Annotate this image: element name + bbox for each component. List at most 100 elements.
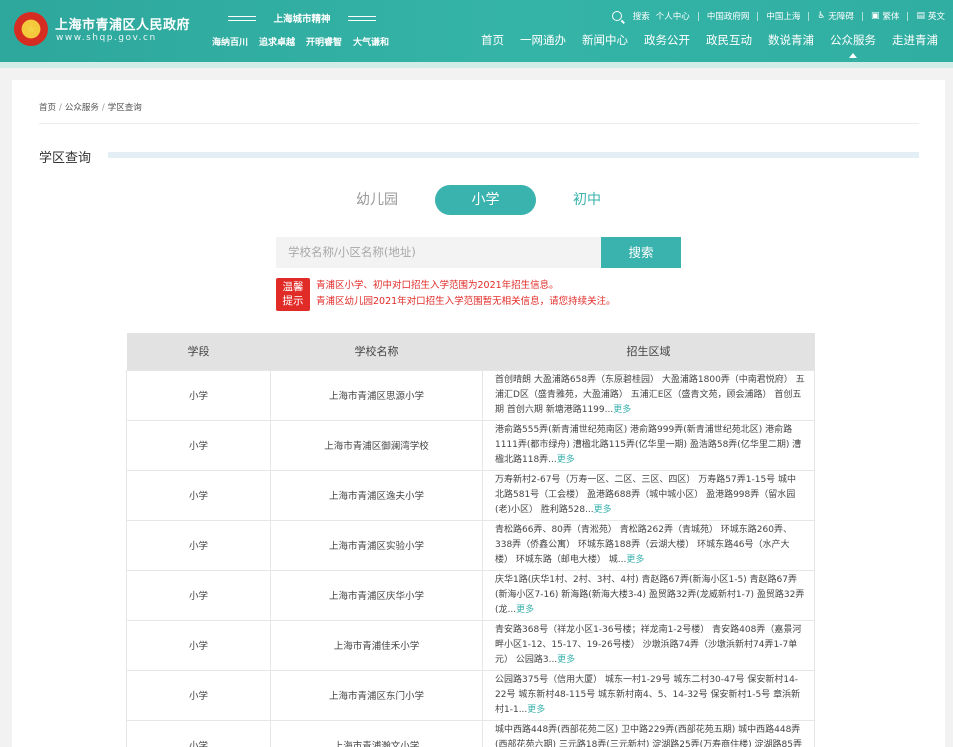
divider xyxy=(861,11,863,21)
column-header-area: 招生区域 xyxy=(482,333,815,370)
table-row: 小学 上海市青浦区逸夫小学 万寿新村2-67号（万寿一区、二区、三区、四区） 万… xyxy=(126,469,815,521)
divider xyxy=(39,123,919,124)
decor-lines-left xyxy=(228,15,256,21)
cell-area: 首创晴朗 大盈浦路658弄（东原碧桂园） 大盈浦路1800弄（中南君悦府） 五浦… xyxy=(482,369,815,421)
title-decor-bar xyxy=(108,152,919,158)
nav-public-service[interactable]: 公众服务 xyxy=(822,32,884,58)
slogan: 追求卓越 xyxy=(259,38,296,48)
cell-area: 港俞路555弄(新青浦世纪苑南区) 港俞路999弄(新青浦世纪苑北区) 港俞路1… xyxy=(482,419,815,471)
nav-home[interactable]: 首页 xyxy=(473,32,512,48)
cell-school: 上海市青浦区东门小学 xyxy=(270,669,483,721)
national-emblem-icon[interactable]: ★ xyxy=(14,12,48,46)
divider xyxy=(808,11,810,21)
slogan: 大气谦和 xyxy=(353,38,390,48)
util-search-link[interactable]: 搜索 xyxy=(633,10,650,22)
english-icon[interactable]: ▤ xyxy=(916,11,925,21)
stage-tabs: 幼儿园 小学 初中 xyxy=(12,185,945,215)
area-text: 港俞路555弄(新青浦世纪苑南区) 港俞路999弄(新青浦世纪苑北区) 港俞路1… xyxy=(495,424,802,465)
area-text: 首创晴朗 大盈浦路658弄（东原碧桂园） 大盈浦路1800弄（中南君悦府） 五浦… xyxy=(495,374,805,415)
breadcrumb-separator: / xyxy=(59,103,62,113)
nav-about-qingpu[interactable]: 走进青浦 xyxy=(884,32,946,48)
nav-data[interactable]: 数说青浦 xyxy=(760,32,822,48)
site-title[interactable]: 上海市青浦区人民政府 xyxy=(55,14,190,33)
table-row: 小学 上海市青浦佳禾小学 青安路368号（祥龙小区1-36号楼；祥龙南1-2号楼… xyxy=(126,619,815,671)
search-button[interactable]: 搜索 xyxy=(601,237,681,268)
cell-stage: 小学 xyxy=(126,669,271,721)
nav-interaction[interactable]: 政民互动 xyxy=(698,32,760,48)
city-spirit-slogans: 海纳百川 追求卓越 开明睿智 大气谦和 xyxy=(212,35,389,48)
cell-stage: 小学 xyxy=(126,469,271,521)
util-english-link[interactable]: 英文 xyxy=(928,10,945,22)
cell-stage: 小学 xyxy=(126,569,271,621)
traditional-chinese-icon[interactable]: ▣ xyxy=(871,11,880,21)
cell-stage: 小学 xyxy=(126,519,271,571)
more-link[interactable]: 更多 xyxy=(594,505,612,515)
table-row: 小学 上海市青浦瀚文小学 城中西路448弄(西部花苑二区) 卫中路229弄(西部… xyxy=(126,719,815,747)
table-row: 小学 上海市青浦区实验小学 青松路66弄、80弄（青淞苑） 青松路262弄（青城… xyxy=(126,519,815,571)
divider xyxy=(907,11,909,21)
table-header-row: 学段 学校名称 招生区域 xyxy=(126,333,815,370)
cell-stage: 小学 xyxy=(126,619,271,671)
cell-school: 上海市青浦区御澜湾学校 xyxy=(270,419,483,471)
divider xyxy=(697,11,699,21)
util-accessibility-link[interactable]: 无障碍 xyxy=(828,10,854,22)
breadcrumb: 首页 / 公众服务 / 学区查询 xyxy=(39,101,142,113)
breadcrumb-current: 学区查询 xyxy=(107,103,142,113)
cell-area: 青安路368号（祥龙小区1-36号楼；祥龙南1-2号楼） 青安路408弄（嘉景河… xyxy=(482,619,815,671)
search-icon[interactable] xyxy=(611,11,622,21)
cell-stage: 小学 xyxy=(126,369,271,421)
nav-news[interactable]: 新闻中心 xyxy=(574,32,636,48)
more-link[interactable]: 更多 xyxy=(557,455,575,465)
nav-one-net[interactable]: 一网通办 xyxy=(512,32,574,48)
area-text: 万寿新村2-67号（万寿一区、二区、三区、四区） 万寿路57弄1-15号 城中北… xyxy=(495,474,797,515)
cell-area: 万寿新村2-67号（万寿一区、二区、三区、四区） 万寿路57弄1-15号 城中北… xyxy=(482,469,815,521)
more-link[interactable]: 更多 xyxy=(557,655,575,665)
more-link[interactable]: 更多 xyxy=(516,605,534,615)
tip-badge-line: 提示 xyxy=(282,295,304,307)
site-header: ★ 上海市青浦区人民政府 www.shqp.gov.cn 上海城市精神 海纳百川… xyxy=(0,0,953,62)
tip-badge-line: 温馨 xyxy=(282,281,304,293)
breadcrumb-home[interactable]: 首页 xyxy=(39,103,56,113)
column-header-stage: 学段 xyxy=(126,333,271,370)
tab-kindergarten[interactable]: 幼儿园 xyxy=(342,185,412,215)
slogan: 海纳百川 xyxy=(212,38,249,48)
tip-badge: 温馨 提示 xyxy=(276,278,310,311)
cell-area: 庆华1路(庆华1村、2村、3村、4村) 青赵路67弄(新海小区1-5) 青赵路6… xyxy=(482,569,815,621)
utility-bar: 搜索 个人中心 中国政府网 中国上海 ♿ 无障碍 ▣ 繁体 ▤ 英文 xyxy=(611,10,945,22)
cell-school: 上海市青浦佳禾小学 xyxy=(270,619,483,671)
breadcrumb-separator: / xyxy=(101,103,105,113)
cell-stage: 小学 xyxy=(126,719,271,747)
search-input[interactable] xyxy=(276,237,601,268)
cell-school: 上海市青浦区庆华小学 xyxy=(270,569,483,621)
util-traditional-link[interactable]: 繁体 xyxy=(882,10,899,22)
util-personal-center-link[interactable]: 个人中心 xyxy=(656,10,690,22)
breadcrumb-public-service[interactable]: 公众服务 xyxy=(65,103,99,113)
more-link[interactable]: 更多 xyxy=(527,705,545,715)
more-link[interactable]: 更多 xyxy=(613,405,631,415)
table-row: 小学 上海市青浦区东门小学 公园路375号（信用大厦） 城东一村1-29号 城东… xyxy=(126,669,815,721)
area-text: 城中西路448弄(西部花苑二区) 卫中路229弄(西部花苑五期) 城中西路448… xyxy=(495,724,803,747)
decor-lines-right xyxy=(347,15,376,21)
page-title: 学区查询 xyxy=(39,151,92,166)
table-row: 小学 上海市青浦区庆华小学 庆华1路(庆华1村、2村、3村、4村) 青赵路67弄… xyxy=(126,569,815,621)
more-link[interactable]: 更多 xyxy=(626,555,644,565)
divider xyxy=(757,11,759,21)
cell-area: 城中西路448弄(西部花苑二区) 卫中路229弄(西部花苑五期) 城中西路448… xyxy=(482,719,815,747)
tab-primary-school[interactable]: 小学 xyxy=(435,185,536,215)
tab-middle-school[interactable]: 初中 xyxy=(552,185,622,215)
site-url: www.shqp.gov.cn xyxy=(56,33,157,43)
city-spirit-title: 上海城市精神 xyxy=(228,11,376,25)
main-nav: 首页 一网通办 新闻中心 政务公开 政民互动 数说青浦 公众服务 走进青浦 xyxy=(473,32,946,58)
util-china-gov-link[interactable]: 中国政府网 xyxy=(707,10,750,22)
tip-line: 青浦区小学、初中对口招生入学范围为2021年招生信息。 xyxy=(316,280,559,291)
slogan: 开明睿智 xyxy=(306,38,343,48)
accessibility-icon[interactable]: ♿ xyxy=(817,11,825,21)
cell-area: 青松路66弄、80弄（青淞苑） 青松路262弄（青城苑） 环城东路260弄、33… xyxy=(482,519,815,571)
nav-gov-affairs[interactable]: 政务公开 xyxy=(636,32,698,48)
city-spirit-label: 上海城市精神 xyxy=(273,14,331,25)
table-row: 小学 上海市青浦区御澜湾学校 港俞路555弄(新青浦世纪苑南区) 港俞路999弄… xyxy=(126,419,815,471)
util-china-shanghai-link[interactable]: 中国上海 xyxy=(766,10,800,22)
tip-text: 青浦区小学、初中对口招生入学范围为2021年招生信息。 青浦区幼儿园2021年对… xyxy=(316,278,616,310)
cell-area: 公园路375号（信用大厦） 城东一村1-29号 城东二村30-47号 保安新村1… xyxy=(482,669,815,721)
cell-school: 上海市青浦区逸夫小学 xyxy=(270,469,483,521)
